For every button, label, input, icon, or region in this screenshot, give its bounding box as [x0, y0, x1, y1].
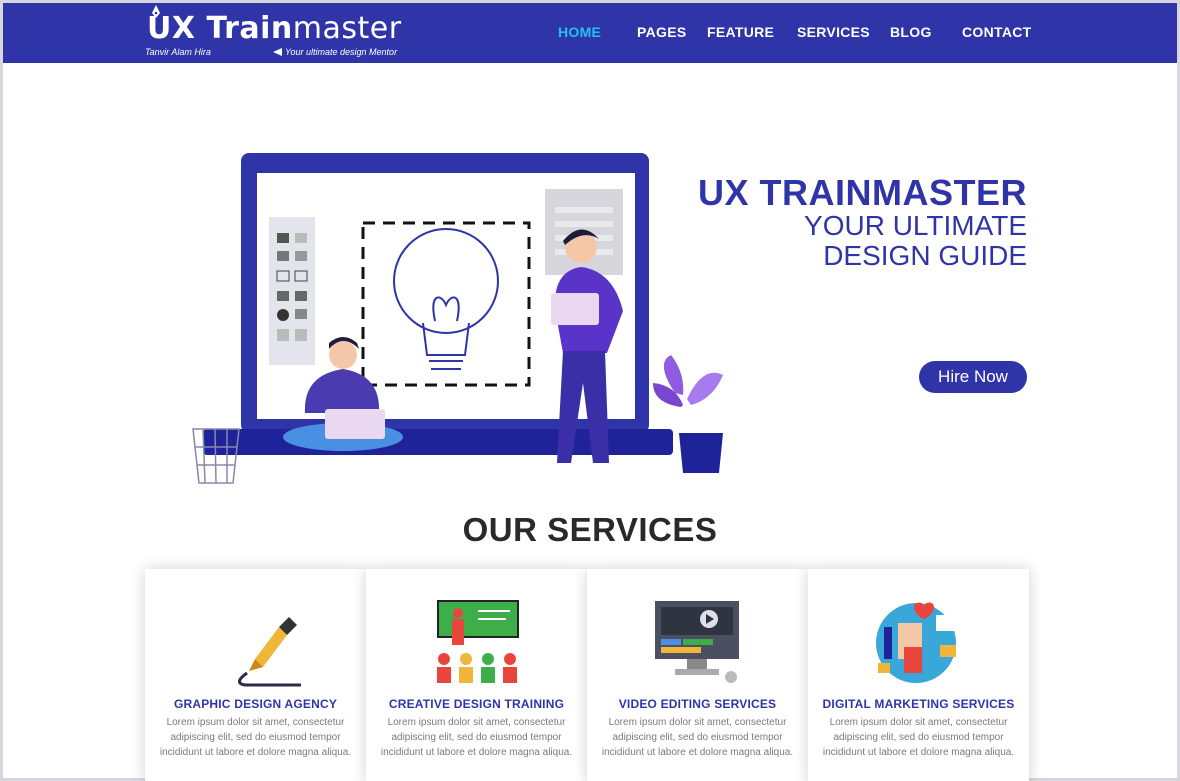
- logo-master: master: [292, 11, 402, 46]
- services-heading: OUR SERVICES: [462, 511, 718, 548]
- service-title: DIGITAL MARKETING SERVICES: [822, 697, 1015, 711]
- logo-ux: UX: [147, 11, 196, 46]
- presentation-board-icon: [437, 600, 519, 683]
- plant-decoration: [653, 355, 723, 473]
- service-title: VIDEO EDITING SERVICES: [618, 697, 777, 711]
- logo-train: Train: [195, 11, 293, 46]
- nav-feature[interactable]: FEATURE: [707, 24, 774, 40]
- toolbar-panel: [269, 217, 315, 365]
- nav-pages[interactable]: PAGES: [637, 24, 686, 40]
- service-card-creative-training[interactable]: CREATIVE DESIGN TRAINING Lorem ipsum dol…: [366, 569, 587, 781]
- logo-author: Tanvir Alam Hira: [145, 47, 211, 57]
- nav-home[interactable]: HOME: [558, 24, 601, 40]
- tagline-arrow-icon: [273, 48, 282, 56]
- logo-tagline-text: Your ultimate design Mentor: [285, 47, 398, 57]
- video-editor-monitor-icon: [655, 601, 739, 683]
- hero-subtitle: YOUR ULTIMATE DESIGN GUIDE: [804, 210, 1027, 271]
- nav-services[interactable]: SERVICES: [797, 24, 870, 40]
- service-card-digital-marketing[interactable]: DIGITAL MARKETING SERVICES Lorem ipsum d…: [808, 569, 1029, 781]
- service-title: CREATIVE DESIGN TRAINING: [388, 697, 565, 711]
- nav-contact[interactable]: CONTACT: [962, 24, 1032, 40]
- service-description: Lorem ipsum dolor sit amet, consectetur …: [822, 717, 1015, 758]
- hero-title: UX TRAINMASTER: [698, 172, 1027, 213]
- social-media-like-icon: [876, 602, 958, 683]
- logo-wordmark: UX Trainmaster: [147, 14, 402, 44]
- logo-tagline: Your ultimate design Mentor: [273, 47, 397, 57]
- site-header: UX Trainmaster Tanvir Alam Hira Your ult…: [3, 3, 1177, 63]
- hire-now-button[interactable]: Hire Now: [919, 361, 1027, 393]
- service-card-graphic-design[interactable]: GRAPHIC DESIGN AGENCY Lorem ipsum dolor …: [145, 569, 366, 781]
- nav-blog[interactable]: BLOG: [890, 24, 932, 40]
- service-title: GRAPHIC DESIGN AGENCY: [173, 697, 338, 711]
- service-description: Lorem ipsum dolor sit amet, consectetur …: [380, 717, 573, 758]
- service-card-video-editing[interactable]: VIDEO EDITING SERVICES Lorem ipsum dolor…: [587, 569, 808, 781]
- service-description: Lorem ipsum dolor sit amet, consectetur …: [601, 717, 794, 758]
- hero-illustration: [192, 153, 723, 484]
- site-logo[interactable]: UX Trainmaster Tanvir Alam Hira Your ult…: [145, 5, 405, 61]
- services-cards: GRAPHIC DESIGN AGENCY Lorem ipsum dolor …: [145, 569, 1031, 781]
- service-description: Lorem ipsum dolor sit amet, consectetur …: [159, 717, 352, 758]
- pen-nib-icon: [238, 617, 301, 687]
